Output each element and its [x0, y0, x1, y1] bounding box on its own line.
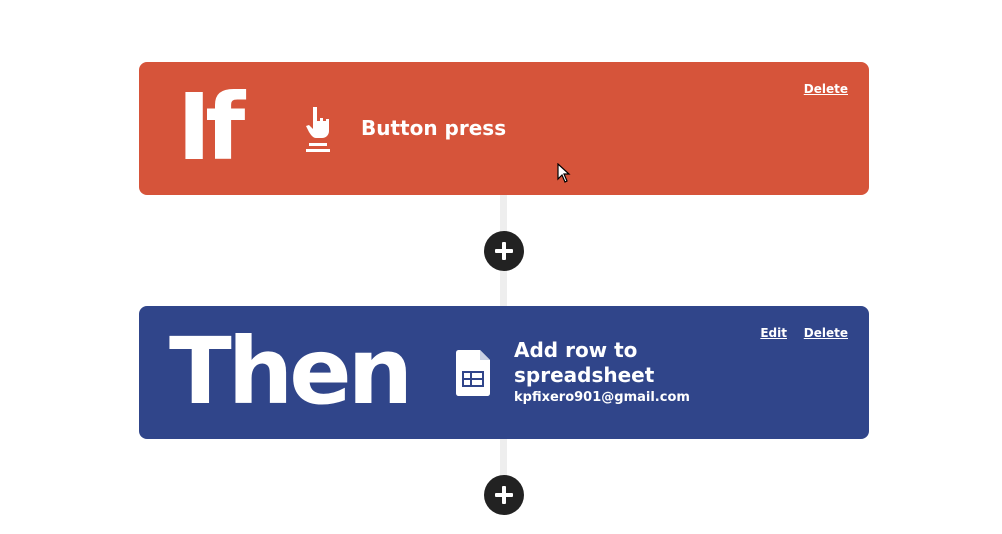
action-card[interactable]: Then Add row to spreadsheet kpfixero901@…: [139, 306, 869, 439]
plus-icon: [502, 242, 506, 260]
then-keyword: Then: [169, 318, 413, 425]
trigger-title: Button press: [361, 116, 507, 140]
account-email: kpfixero901@gmail.com: [514, 390, 690, 405]
spreadsheet-icon: [456, 350, 490, 396]
plus-icon: [502, 486, 506, 504]
mouse-cursor-icon: [557, 163, 571, 183]
button-press-icon: [306, 107, 330, 152]
if-keyword: If: [177, 74, 245, 181]
delete-action-link[interactable]: Delete: [804, 326, 848, 340]
trigger-card[interactable]: If Button press Delete: [139, 62, 869, 195]
add-step-button[interactable]: [484, 475, 524, 515]
action-title: Add row to spreadsheet: [514, 338, 655, 387]
applet-builder: If Button press Delete Then Add row to s…: [0, 0, 1002, 534]
edit-action-link[interactable]: Edit: [760, 326, 787, 340]
delete-trigger-link[interactable]: Delete: [804, 82, 848, 96]
add-step-button[interactable]: [484, 231, 524, 271]
